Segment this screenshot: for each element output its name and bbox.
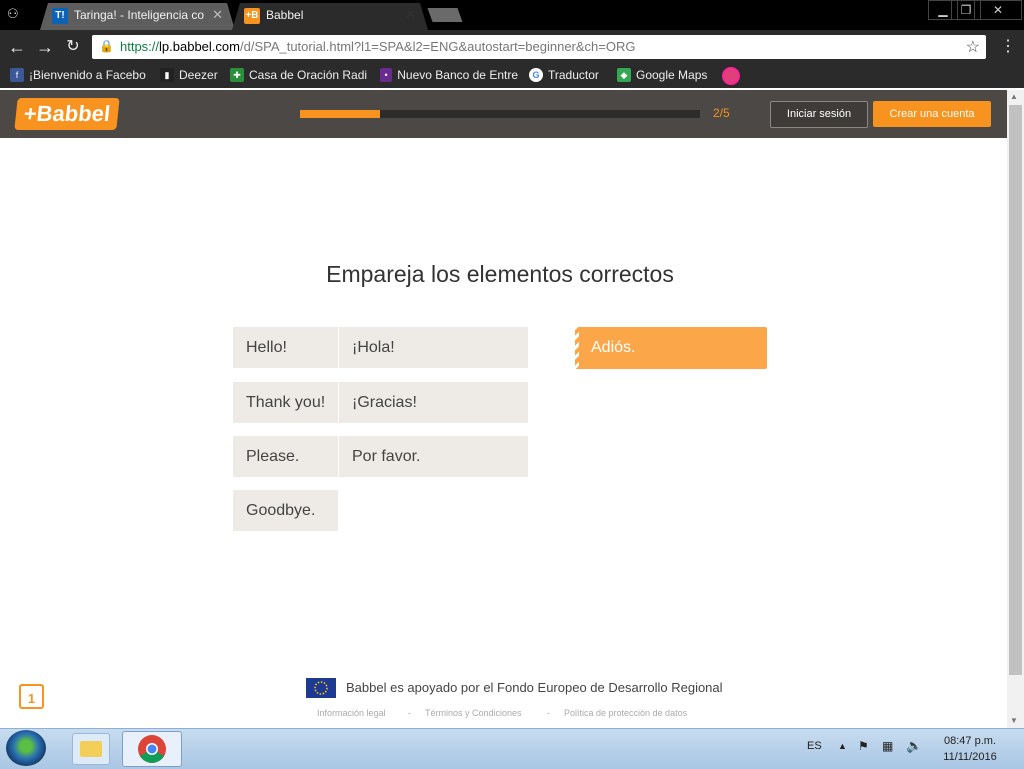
footer-separator: - <box>547 708 550 718</box>
tray-expand-icon[interactable]: ▲ <box>838 741 847 751</box>
empty-drop-slot[interactable] <box>339 490 528 531</box>
clock-date: 11/11/2016 <box>943 751 997 763</box>
answer-option[interactable]: Adiós. <box>574 327 767 369</box>
music-app-icon[interactable] <box>722 67 740 85</box>
incognito-icon: ⚇ <box>7 6 19 21</box>
deezer-icon: ▮ <box>160 68 174 82</box>
scroll-up-icon[interactable]: ▲ <box>1010 92 1018 101</box>
signup-button[interactable]: Crear una cuenta <box>873 101 991 127</box>
pair-right-item[interactable]: ¡Gracias! <box>339 382 528 423</box>
volume-icon[interactable]: 🔈 <box>906 738 922 754</box>
bookmark-deezer[interactable]: ▮ Deezer <box>160 66 218 84</box>
scrollbar-thumb[interactable] <box>1009 105 1022 675</box>
close-window-button[interactable]: ✕ <box>974 0 1022 20</box>
browser-tab-babbel[interactable]: +B Babbel ✕ <box>232 3 428 30</box>
pair-left-item: Hello! <box>233 327 338 368</box>
babbel-logo[interactable]: +Babbel <box>14 98 120 130</box>
help-badge[interactable]: 1 <box>19 684 44 709</box>
facebook-icon: f <box>10 68 24 82</box>
menu-icon[interactable]: ⋮ <box>996 35 1020 59</box>
action-center-flag-icon[interactable]: ⚑ <box>858 739 869 753</box>
eu-support-text: Babbel es apoyado por el Fondo Europeo d… <box>346 680 723 695</box>
pair-left-item: Please. <box>233 436 338 477</box>
tab-title: Babbel <box>266 8 304 22</box>
radio-icon: ✚ <box>230 68 244 82</box>
language-indicator[interactable]: ES <box>807 740 822 752</box>
bookmark-casa-oracion[interactable]: ✚ Casa de Oración Radi <box>230 66 370 84</box>
bookmark-facebook[interactable]: f ¡Bienvenido a Facebo <box>10 66 150 84</box>
babbel-favicon-icon: +B <box>244 8 260 24</box>
forward-arrow-icon[interactable]: → <box>33 35 57 59</box>
maps-icon: ◆ <box>617 68 631 82</box>
scroll-down-icon[interactable]: ▼ <box>1010 716 1018 725</box>
legal-info-link[interactable]: Información legal <box>317 708 386 718</box>
address-bar[interactable]: 🔒 https://lp.babbel.com/d/SPA_tutorial.h… <box>92 35 986 59</box>
bank-icon: • <box>380 68 393 82</box>
chrome-icon <box>138 735 166 763</box>
clock-time: 08:47 p.m. <box>944 735 996 747</box>
pair-right-item[interactable]: ¡Hola! <box>339 327 528 368</box>
bookmark-star-icon[interactable]: ☆ <box>966 37 980 57</box>
eu-flag-icon <box>306 678 336 698</box>
bookmark-nuevo-banco[interactable]: • Nuevo Banco de Entre <box>380 66 518 84</box>
bookmark-google-maps[interactable]: ◆ Google Maps <box>617 66 707 84</box>
taringa-favicon-icon: T! <box>52 8 68 24</box>
privacy-policy-link[interactable]: Política de protección de datos <box>564 708 687 718</box>
back-arrow-icon[interactable]: ← <box>5 35 29 59</box>
tab-title: Taringa! - Inteligencia co <box>74 8 205 22</box>
new-tab-button[interactable] <box>427 8 463 22</box>
network-icon[interactable]: ▦ <box>882 739 893 753</box>
taskbar-clock[interactable]: 08:47 p.m. 11/11/2016 <box>930 733 1010 765</box>
start-button[interactable] <box>6 730 46 766</box>
close-tab-icon[interactable]: ✕ <box>212 7 223 23</box>
file-explorer-taskbar-button[interactable] <box>72 733 110 765</box>
login-button[interactable]: Iniciar sesión <box>770 101 868 128</box>
close-tab-icon[interactable]: ✕ <box>405 7 416 23</box>
progress-bar-fill <box>300 110 380 118</box>
pair-left-item: Thank you! <box>233 382 338 423</box>
chrome-taskbar-button[interactable] <box>122 731 182 767</box>
pair-right-item[interactable]: Por favor. <box>339 436 528 477</box>
footer-separator: - <box>408 708 411 718</box>
google-icon: G <box>529 68 543 82</box>
progress-label: 2/5 <box>713 106 730 120</box>
exercise-instruction: Empareja los elementos correctos <box>326 261 674 287</box>
lock-icon: 🔒 <box>99 39 114 53</box>
bookmark-traductor[interactable]: G Traductor <box>529 66 599 84</box>
pair-left-item: Goodbye. <box>233 490 338 531</box>
url-text: https://lp.babbel.com/d/SPA_tutorial.htm… <box>120 39 636 54</box>
terms-link[interactable]: Términos y Condiciones <box>425 708 522 718</box>
folder-icon <box>80 741 102 757</box>
browser-tab-taringa[interactable]: T! Taringa! - Inteligencia co ✕ <box>40 3 235 30</box>
reload-icon[interactable]: ↻ <box>61 35 85 59</box>
